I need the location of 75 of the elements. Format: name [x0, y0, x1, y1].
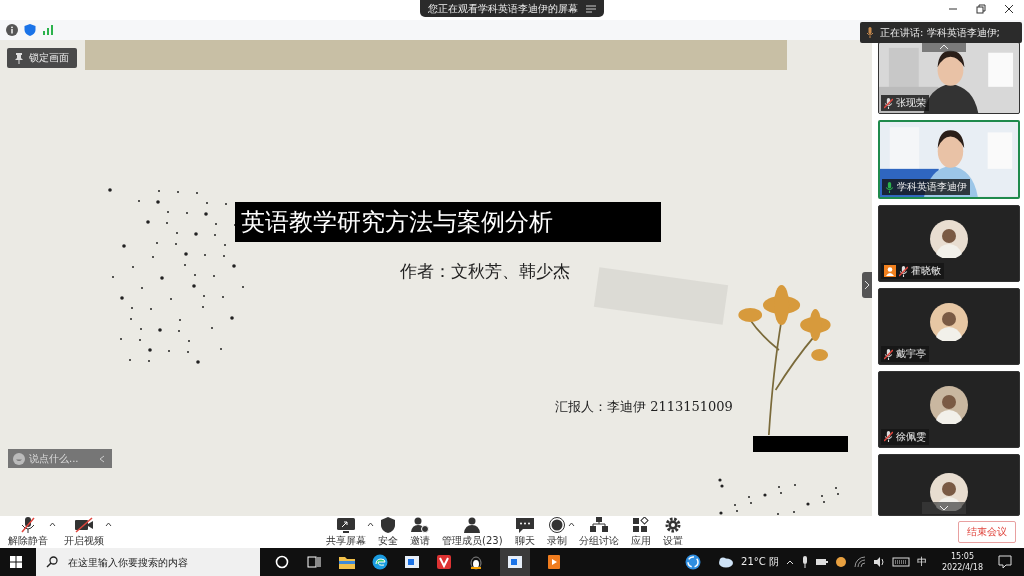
participant-name: 学科英语李迪伊 — [897, 180, 967, 195]
weather-text[interactable]: 21°C 阴 — [741, 555, 779, 569]
participant-name: 戴宇亭 — [896, 347, 926, 361]
signal-icon[interactable] — [42, 24, 54, 36]
input-method-indicator[interactable]: 中 — [916, 555, 927, 569]
letter-v-app-icon[interactable] — [436, 554, 452, 570]
caret-icon[interactable] — [367, 521, 374, 527]
participant-name: 张现荣 — [896, 96, 926, 111]
toolbar-button[interactable]: 共享屏幕 — [324, 516, 374, 548]
penguin-icon[interactable] — [468, 554, 484, 570]
slide-reporter: 汇报人：李迪伊 2113151009 — [555, 398, 733, 416]
folder-icon[interactable] — [338, 554, 356, 570]
pin-icon — [15, 52, 23, 64]
keyboard-icon[interactable] — [891, 556, 910, 568]
caret-icon[interactable] — [105, 521, 112, 527]
active-taskbar-item[interactable] — [500, 548, 530, 576]
viewing-banner[interactable]: 您正在观看学科英语李迪伊的屏幕 — [420, 0, 604, 17]
expand-panel-button[interactable] — [862, 272, 872, 298]
muted-mic-icon — [18, 516, 38, 533]
slides-app-icon[interactable] — [546, 554, 562, 570]
close-icon[interactable] — [1004, 4, 1014, 14]
scroll-up-button[interactable] — [922, 42, 966, 52]
notification-icon[interactable] — [998, 555, 1012, 569]
cloud-icon — [716, 556, 735, 568]
window-app-icon — [507, 554, 523, 570]
battery-icon[interactable] — [815, 557, 828, 567]
chevron-down-icon — [939, 505, 949, 511]
search-icon — [46, 556, 58, 568]
end-meeting-button[interactable]: 结束会议 — [958, 521, 1016, 543]
participant-tile[interactable] — [878, 454, 1020, 516]
slide-author: 作者：文秋芳、韩少杰 — [400, 260, 570, 283]
search-field[interactable]: 在这里输入你要搜索的内容 — [68, 556, 248, 568]
shield-icon[interactable] — [24, 24, 36, 36]
camera-off-icon — [74, 516, 94, 533]
people-icon — [462, 516, 483, 533]
participant-tile[interactable]: 张现荣 — [878, 42, 1020, 115]
cortana-icon[interactable] — [274, 554, 290, 570]
help-icon[interactable] — [685, 554, 701, 570]
chat-field[interactable]: 说点什么... — [8, 449, 112, 468]
participant-name: 徐佩雯 — [896, 430, 926, 444]
task-view-icon[interactable] — [306, 554, 322, 570]
clock-date[interactable]: 2022/4/18 — [941, 562, 983, 573]
caret-icon[interactable] — [49, 521, 56, 527]
caret-icon[interactable] — [567, 521, 575, 527]
chevron-up-icon — [939, 44, 949, 50]
toolbar-button[interactable]: 录制 — [544, 516, 575, 548]
apps-icon — [630, 516, 651, 533]
participant-tile[interactable]: 徐佩雯 — [878, 371, 1020, 448]
chat-input-field[interactable]: 说点什么... — [29, 453, 95, 464]
window-app-icon[interactable] — [404, 554, 420, 570]
taskbar-search-field[interactable]: 在这里输入你要搜索的内容 — [36, 548, 260, 576]
participant-tile[interactable]: 学科英语李迪伊 — [878, 120, 1020, 200]
speaker-text: 正在讲话: 学科英语李迪伊; — [880, 25, 1000, 40]
pin-view-button[interactable]: 锁定画面 — [7, 48, 77, 68]
speaker-icon[interactable] — [872, 556, 885, 568]
participant-tile[interactable]: 霍晓敏 — [878, 205, 1020, 283]
browser-icon[interactable] — [372, 554, 388, 570]
app-tray-icon[interactable] — [834, 556, 847, 568]
clock-time[interactable]: 15:05 — [950, 551, 974, 562]
toolbar-button[interactable]: 开启视频 — [62, 516, 112, 548]
windows-start-icon[interactable] — [10, 556, 22, 568]
slide-title: 英语教学研究方法与案例分析 — [235, 202, 661, 242]
chevron-right-icon — [864, 280, 870, 290]
participant-name: 霍晓敏 — [911, 264, 941, 279]
mic-icon — [866, 27, 874, 38]
restore-icon[interactable] — [976, 4, 986, 14]
participant-tile[interactable]: 戴宇亭 — [878, 288, 1020, 365]
toolbar-button[interactable]: 解除静音 — [6, 516, 56, 548]
groups-icon — [588, 516, 609, 533]
collapse-icon[interactable] — [99, 454, 105, 463]
mic-icon[interactable] — [800, 556, 809, 568]
shield-icon — [378, 516, 398, 533]
info-icon[interactable] — [6, 24, 18, 36]
wifi-icon[interactable] — [853, 556, 866, 568]
menu-icon — [586, 4, 596, 13]
